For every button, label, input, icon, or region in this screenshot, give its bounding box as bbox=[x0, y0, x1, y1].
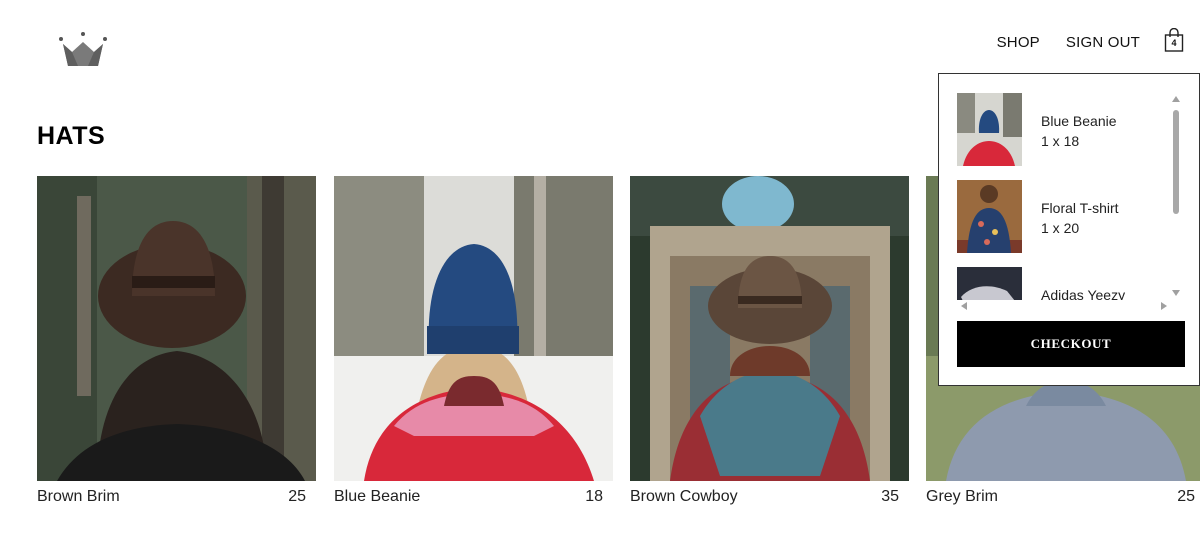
cart-item: Blue Beanie 1 x 18 bbox=[957, 93, 1117, 166]
product-name: Grey Brim bbox=[926, 488, 998, 505]
cart-item-image bbox=[957, 180, 1022, 253]
cart-item: Adidas Yeezy bbox=[957, 267, 1125, 300]
scroll-right-icon[interactable] bbox=[1161, 302, 1167, 310]
cart-item-name: Floral T-shirt bbox=[1041, 200, 1119, 216]
vertical-scroll-thumb[interactable] bbox=[1173, 110, 1179, 214]
product-name: Blue Beanie bbox=[334, 488, 421, 505]
product-price: 35 bbox=[881, 488, 899, 505]
cart-item-name: Adidas Yeezy bbox=[1041, 287, 1126, 300]
product-card[interactable]: Brown Cowboy 35 bbox=[630, 176, 909, 506]
cart-items-list[interactable]: Blue Beanie 1 x 18 Floral T-shirt 1 x 20 bbox=[939, 74, 1199, 300]
cart-item-image bbox=[957, 267, 1022, 300]
product-image[interactable] bbox=[334, 176, 613, 481]
product-price: 25 bbox=[288, 488, 306, 505]
top-navigation: SHOP SIGN OUT 4 bbox=[997, 28, 1184, 52]
checkout-button[interactable]: CHECKOUT bbox=[957, 321, 1185, 367]
cart-item: Floral T-shirt 1 x 20 bbox=[957, 180, 1119, 253]
nav-shop-link[interactable]: SHOP bbox=[997, 34, 1040, 51]
product-image[interactable] bbox=[630, 176, 909, 481]
cart-item-qty-price: 1 x 18 bbox=[1041, 133, 1080, 149]
scroll-left-icon[interactable] bbox=[961, 302, 967, 310]
product-image[interactable] bbox=[37, 176, 316, 481]
product-price: 18 bbox=[585, 488, 603, 505]
vertical-scrollbar[interactable] bbox=[1171, 96, 1181, 298]
cart-item-count: 4 bbox=[1171, 38, 1177, 48]
product-card[interactable]: Blue Beanie 18 bbox=[334, 176, 613, 506]
scroll-down-icon[interactable] bbox=[1172, 290, 1180, 296]
cart-dropdown: Blue Beanie 1 x 18 Floral T-shirt 1 x 20 bbox=[938, 73, 1200, 386]
product-price: 25 bbox=[1177, 488, 1195, 505]
page-title: HATS bbox=[37, 122, 106, 150]
product-name: Brown Brim bbox=[37, 488, 120, 505]
nav-sign-out-link[interactable]: SIGN OUT bbox=[1066, 34, 1140, 51]
scroll-up-icon[interactable] bbox=[1172, 96, 1180, 102]
horizontal-scrollbar[interactable] bbox=[957, 300, 1171, 312]
product-card[interactable]: Brown Brim 25 bbox=[37, 176, 316, 506]
cart-item-name: Blue Beanie bbox=[1041, 113, 1117, 129]
product-name: Brown Cowboy bbox=[630, 488, 738, 505]
shopping-bag-icon[interactable]: 4 bbox=[1164, 28, 1184, 52]
cart-item-image bbox=[957, 93, 1022, 166]
cart-item-qty-price: 1 x 20 bbox=[1041, 220, 1080, 236]
crown-logo-icon[interactable] bbox=[58, 30, 108, 70]
